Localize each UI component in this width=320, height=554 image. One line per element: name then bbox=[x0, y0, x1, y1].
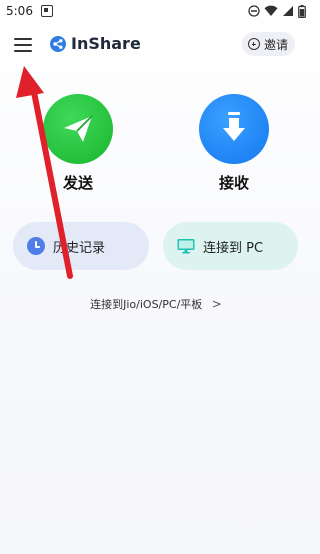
receive-label: 接收 bbox=[218, 174, 249, 192]
status-time: 5:06 bbox=[6, 4, 33, 18]
connect-link-label: 连接到Jio/iOS/PC/平板 bbox=[90, 298, 203, 311]
notification-icon bbox=[40, 5, 53, 17]
status-bar: 5:06 bbox=[0, 0, 312, 22]
app-toolbar: InShare 邀请 bbox=[0, 28, 312, 62]
invite-label: 邀请 bbox=[264, 37, 289, 52]
receive-circle bbox=[199, 94, 269, 164]
pc-label: 连接到 PC bbox=[203, 240, 264, 256]
menu-icon[interactable] bbox=[14, 38, 32, 52]
dnd-icon bbox=[248, 5, 260, 17]
send-button[interactable]: 发送 bbox=[38, 94, 118, 193]
app-name: InShare bbox=[71, 34, 141, 53]
battery-icon bbox=[298, 4, 306, 18]
send-label: 发送 bbox=[62, 174, 93, 192]
chevron-right-icon: > bbox=[211, 297, 222, 311]
signal-icon bbox=[283, 6, 293, 16]
status-left: 5:06 bbox=[6, 4, 53, 18]
annotation-arrow bbox=[16, 66, 73, 279]
receive-button[interactable]: 接收 bbox=[194, 94, 274, 193]
connect-devices-link[interactable]: 连接到Jio/iOS/PC/平板 > bbox=[0, 296, 312, 312]
paper-plane-icon bbox=[64, 115, 93, 142]
download-arrow-icon bbox=[223, 112, 245, 141]
share-logo-icon bbox=[50, 35, 66, 52]
send-circle bbox=[43, 94, 113, 164]
plus-circle-icon bbox=[248, 38, 260, 50]
invite-button[interactable]: 邀请 bbox=[242, 32, 296, 56]
clock-icon bbox=[27, 237, 45, 255]
wifi-icon bbox=[264, 5, 278, 16]
connect-pc-button[interactable]: 连接到 PC bbox=[163, 222, 298, 270]
history-label: 历史记录 bbox=[53, 240, 106, 256]
status-right bbox=[248, 4, 306, 18]
history-button[interactable]: 历史记录 bbox=[13, 222, 149, 270]
monitor-icon bbox=[177, 239, 195, 254]
app-title: InShare bbox=[50, 34, 141, 53]
